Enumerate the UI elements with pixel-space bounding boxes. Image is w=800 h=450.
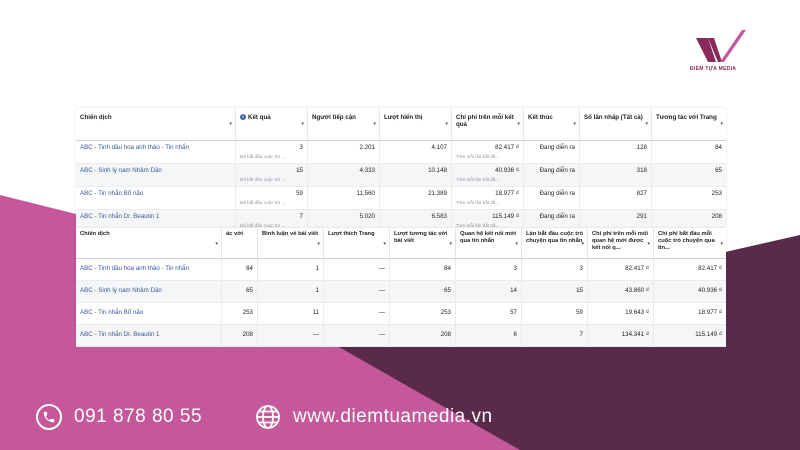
campaign-table-bottom: Chiến dịch ▾ ác với Bình luận về bài viết… (76, 228, 726, 347)
campaign-link[interactable]: ABC - Sinh lý nam Nhâm Dần (76, 281, 222, 302)
cell: 65 (222, 281, 258, 302)
cell: 82.417 ₫ (698, 265, 722, 272)
cell: 253 (390, 303, 456, 324)
engagement-cell: 84 (715, 144, 722, 151)
clicks-cell: 827 (580, 187, 652, 209)
impressions-cell: 10.148 (380, 164, 452, 186)
cell: 11 (258, 303, 324, 324)
cell: — (324, 259, 390, 280)
campaign-link[interactable]: ABC - Tinh dầu hoa anh thảo - Tin nhắn (76, 141, 236, 163)
end-cell: Đang diễn ra (524, 187, 580, 209)
cpr-cell: 18.977 ₫ Trên mỗi lần bắt đầ... (452, 187, 524, 209)
globe-icon (255, 404, 281, 430)
cell: 82.417 ₫ (588, 259, 654, 280)
col-reach[interactable]: Người tiếp cận ▾ (308, 108, 380, 140)
col-new-messaging-connections[interactable]: Quan hệ kết nối mới qua tin nhắn ▾ (456, 228, 522, 258)
cell: — (258, 325, 324, 346)
table-row[interactable]: ABC - Tin nhắn Bổ não 253 11 — 253 57 59… (76, 303, 726, 325)
cell: 65 (390, 281, 456, 302)
col-conversations-started[interactable]: Lần bắt đầu cuộc trò chuyện qua tin nhắn… (522, 228, 588, 258)
col-results[interactable]: i Kết quả ▾ (236, 108, 308, 140)
engagement-cell: 65 (715, 167, 722, 174)
col-campaign[interactable]: Chiến dịch ▾ (76, 108, 236, 140)
campaign-link[interactable]: ABC - Tin nhắn Bổ não (76, 303, 222, 324)
cell: 57 (456, 303, 522, 324)
col-page-likes[interactable]: Lượt thích Trang ▾ (324, 228, 390, 258)
cell: 14 (456, 281, 522, 302)
cell: 134.341 ₫ (588, 325, 654, 346)
campaign-link[interactable]: ABC - Tin nhắn Bổ não (76, 187, 236, 209)
col-cost-per-conversation[interactable]: Chi phí bắt đầu mỗi cuộc trò chuyện qua … (654, 228, 726, 258)
end-cell: Đang diễn ra (524, 164, 580, 186)
cell: 84 (222, 259, 258, 280)
col-impressions[interactable]: Lượt hiển thị ▾ (380, 108, 452, 140)
table-header: Chiến dịch ▾ ác với Bình luận về bài viết… (76, 228, 726, 259)
impressions-cell: 4.107 (380, 141, 452, 163)
col-post-comments[interactable]: Bình luận về bài viết ▾ (258, 228, 324, 258)
cell: — (324, 325, 390, 346)
col-cost-per-result[interactable]: Chi phí trên mỗi kết quả ▾ (452, 108, 524, 140)
col-clicks[interactable]: Số lần nhấp (Tất cả) ▾ (580, 108, 652, 140)
impressions-cell: 21.389 (380, 187, 452, 209)
reach-cell: 11.560 (308, 187, 380, 209)
phone-icon (36, 404, 62, 430)
brand-name: ĐIỂM TỰA MEDIA (690, 66, 737, 72)
result-cell: 3 Đã bắt đầu cuộc trò ... (236, 141, 308, 163)
end-cell: Đang diễn ra (524, 141, 580, 163)
website-url: www.diemtuamedia.vn (293, 406, 493, 427)
col-post-engagement[interactable]: Lượt tương tác với bài viết ▾ (390, 228, 456, 258)
col-cost-per-connection[interactable]: Chi phí trên mỗi mối quan hệ mới được kế… (588, 228, 654, 258)
reach-cell: 2.201 (308, 141, 380, 163)
table-row[interactable]: ABC - Tin nhắn Bổ não 59 Đã bắt đầu cuộc … (76, 187, 726, 210)
reach-cell: 4.333 (308, 164, 380, 186)
table-row[interactable]: ABC - Tinh dầu hoa anh thảo - Tin nhắn 3… (76, 141, 726, 164)
campaign-table-top: Chiến dịch ▾ i Kết quả ▾ Người tiếp cận ▾ Lư… (76, 108, 726, 233)
result-cell: 59 Đã bắt đầu cuộc trò ... (236, 187, 308, 209)
engagement-cell: 253 (711, 190, 722, 197)
cell: 84 (390, 259, 456, 280)
cell: 115.149 ₫ (695, 331, 722, 338)
cell: — (324, 303, 390, 324)
result-cell: 15 Đã bắt đầu cuộc trò ... (236, 164, 308, 186)
col-page-engagement[interactable]: Tương tác với Trang ▾ (652, 108, 726, 140)
table-row[interactable]: ABC - Tinh dầu hoa anh thảo - Tin nhắn 8… (76, 259, 726, 281)
cell: 1 (258, 259, 324, 280)
cell: 3 (522, 259, 588, 280)
cell: 208 (222, 325, 258, 346)
cell: 43.860 ₫ (588, 281, 654, 302)
col-campaign[interactable]: Chiến dịch ▾ (76, 228, 222, 258)
phone-number: 091 878 80 55 (74, 406, 203, 427)
cell: 40.936 ₫ (698, 287, 722, 294)
phone-contact[interactable]: 091 878 80 55 (36, 404, 202, 430)
website-contact[interactable]: www.diemtuamedia.vn (255, 404, 493, 430)
cell: 7 (522, 325, 588, 346)
table-row[interactable]: ABC - Sinh lý nam Nhâm Dần 65 1 — 65 14 … (76, 281, 726, 303)
col-engagement-partial[interactable]: ác với (222, 228, 258, 258)
campaign-link[interactable]: ABC - Tinh dầu hoa anh thảo - Tin nhắn (76, 259, 222, 280)
table-header: Chiến dịch ▾ i Kết quả ▾ Người tiếp cận ▾ Lư… (76, 108, 726, 141)
campaign-link[interactable]: ABC - Sinh lý nam Nhâm Dần (76, 164, 236, 186)
cell: 59 (522, 303, 588, 324)
cell: — (324, 281, 390, 302)
table-row[interactable]: ABC - Tin nhắn Dr. Beautin 1 208 — — 208… (76, 325, 726, 347)
cell: 6 (456, 325, 522, 346)
table-row[interactable]: ABC - Sinh lý nam Nhâm Dần 15 Đã bắt đầu … (76, 164, 726, 187)
campaign-link[interactable]: ABC - Tin nhắn Dr. Beautin 1 (76, 325, 222, 346)
col-end[interactable]: Kết thúc ▾ (524, 108, 580, 140)
cell: 208 (390, 325, 456, 346)
info-icon: i (240, 114, 246, 121)
cell: 15 (522, 281, 588, 302)
cell: 1 (258, 281, 324, 302)
clicks-cell: 318 (580, 164, 652, 186)
cpr-cell: 40.936 ₫ Trên mỗi lần bắt đầ... (452, 164, 524, 186)
cpr-cell: 82.417 ₫ Trên mỗi lần bắt đầ... (452, 141, 524, 163)
clicks-cell: 128 (580, 141, 652, 163)
cell: 3 (456, 259, 522, 280)
cell: 18.977 ₫ (698, 309, 722, 316)
cell: 19.643 ₫ (588, 303, 654, 324)
cell: 253 (222, 303, 258, 324)
